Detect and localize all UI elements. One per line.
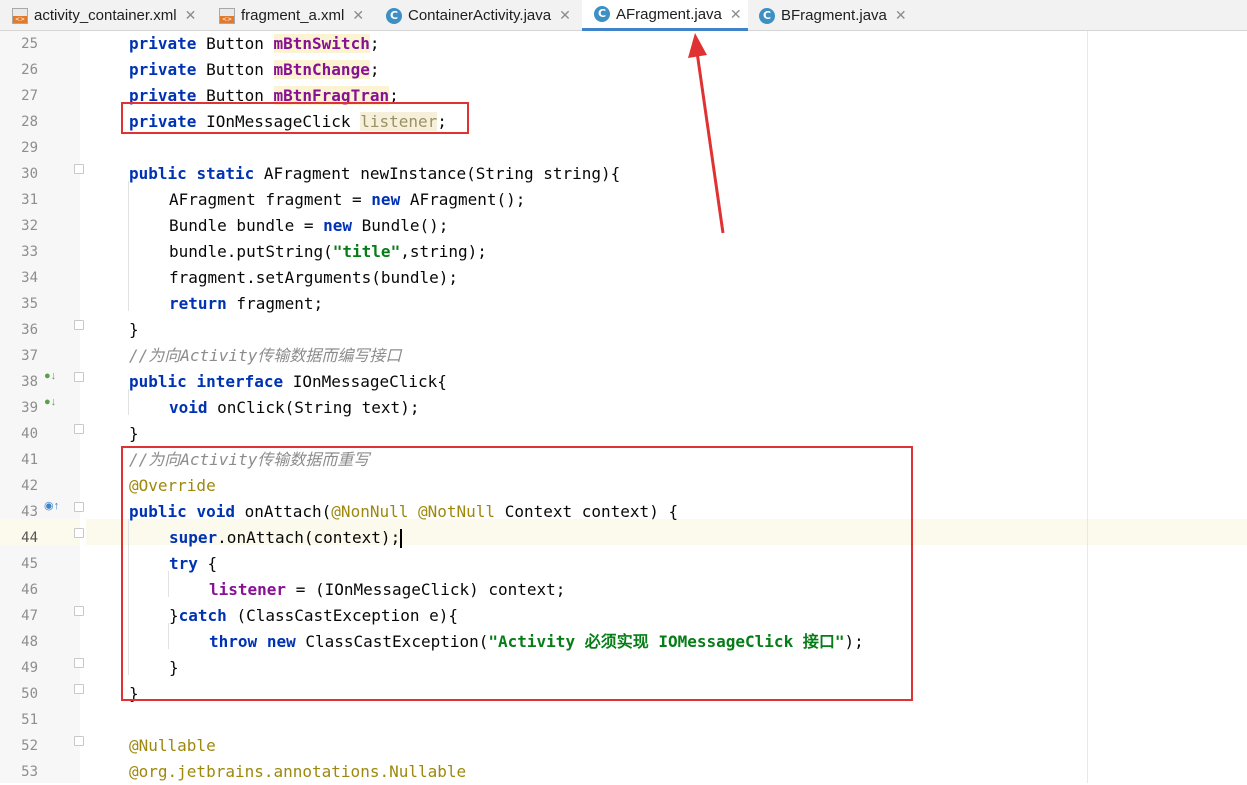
arrow-shaft [695, 51, 725, 234]
red-arrow-annotation [688, 33, 725, 234]
arrow-head [688, 33, 707, 58]
